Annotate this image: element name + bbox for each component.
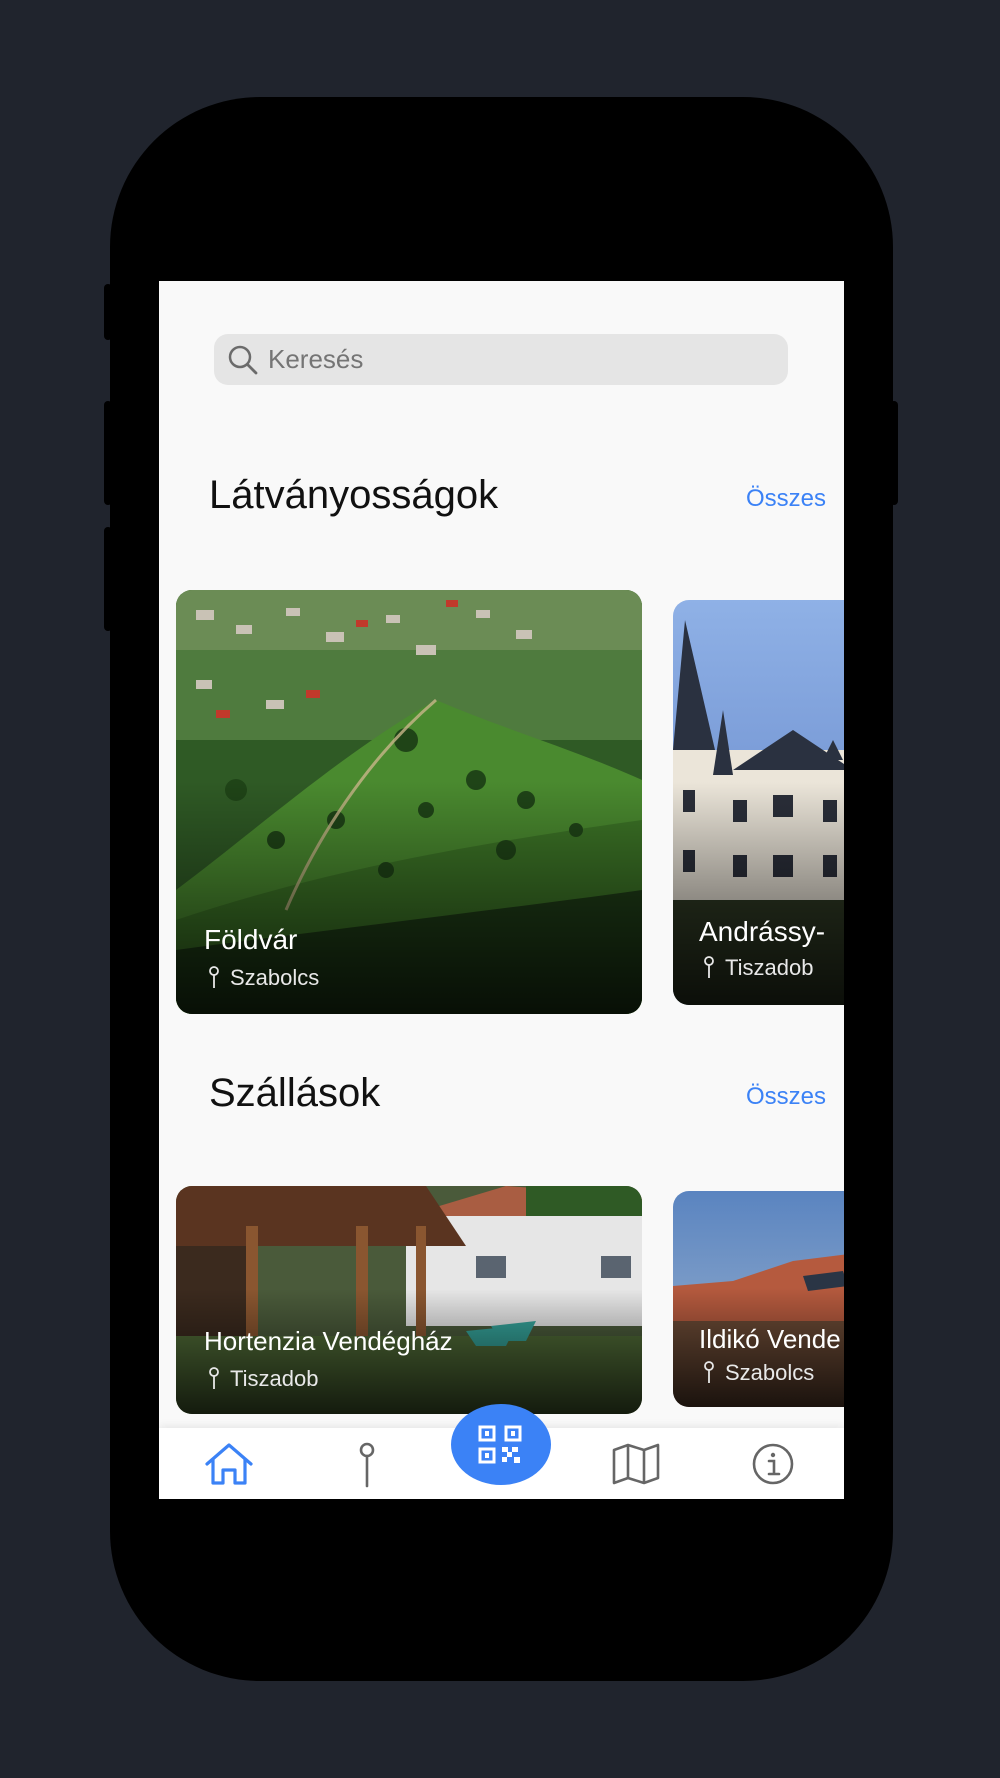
section-title-sights: Látványosságok <box>209 473 499 517</box>
side-button-volume-up <box>104 401 112 505</box>
app-screen: Keresés Látványosságok Összes Földvár Sz… <box>159 281 844 1499</box>
card-title: Ildikó Vende <box>699 1324 841 1354</box>
location-pin-icon <box>704 956 714 978</box>
tab-map[interactable] <box>611 1442 661 1491</box>
side-button-volume-down <box>104 527 112 631</box>
accommodation-card-hortenzia[interactable]: Hortenzia Vendégház Tiszadob <box>176 1186 642 1414</box>
card-location-text: Szabolcs <box>725 1360 815 1385</box>
home-icon <box>205 1443 253 1485</box>
sight-card-andrassy[interactable]: Andrássy- Tiszadob <box>673 600 844 1005</box>
card-location: Tiszadob <box>703 955 813 981</box>
card-location: Tiszadob <box>208 1366 318 1392</box>
side-button-mute <box>104 284 112 340</box>
tab-home[interactable] <box>203 1442 255 1491</box>
search-bar[interactable]: Keresés <box>214 334 788 385</box>
search-placeholder: Keresés <box>268 344 364 374</box>
card-location-text: Szabolcs <box>230 965 320 990</box>
see-all-sights-link[interactable]: Összes <box>746 485 826 513</box>
qr-code-icon <box>478 1425 522 1463</box>
search-icon <box>228 345 258 374</box>
card-title: Andrássy- <box>699 916 826 947</box>
card-title: Földvár <box>204 924 298 955</box>
map-icon <box>612 1443 660 1485</box>
see-all-accommodations-link[interactable]: Összes <box>746 1083 826 1111</box>
card-title: Hortenzia Vendégház <box>204 1326 453 1356</box>
accommodation-card-ildiko[interactable]: Ildikó Vende Szabolcs <box>673 1191 844 1407</box>
card-location: Szabolcs <box>703 1360 814 1386</box>
card-location: Szabolcs <box>208 965 319 991</box>
qr-scan-button[interactable] <box>451 1404 551 1485</box>
card-location-text: Tiszadob <box>725 955 814 980</box>
side-button-power <box>890 401 898 505</box>
tab-info[interactable] <box>751 1442 795 1491</box>
tab-places[interactable] <box>355 1442 379 1493</box>
section-title-accommodations: Szállások <box>209 1071 381 1115</box>
info-icon <box>752 1443 794 1485</box>
location-pin-icon <box>209 1367 219 1389</box>
card-location-text: Tiszadob <box>230 1366 319 1391</box>
location-pin-icon <box>209 966 219 988</box>
location-pin-icon <box>359 1442 375 1488</box>
sight-card-foldvar[interactable]: Földvár Szabolcs <box>176 590 642 1014</box>
location-pin-icon <box>704 1361 714 1383</box>
